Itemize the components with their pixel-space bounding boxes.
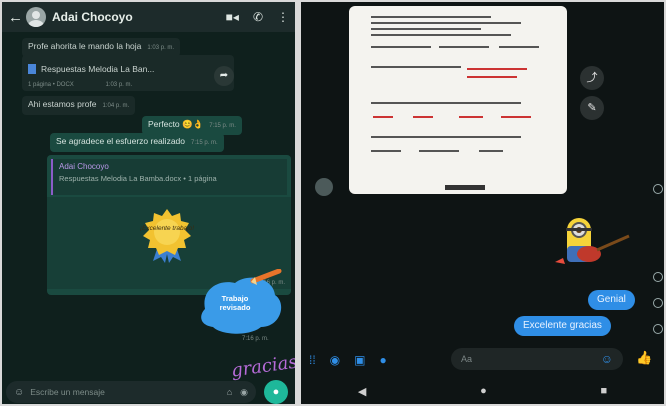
system-nav-bar: ◀ ● ■ xyxy=(301,378,664,404)
edit-icon[interactable]: ✎ xyxy=(580,96,604,120)
sender-avatar[interactable] xyxy=(315,178,333,196)
read-receipt-icon xyxy=(653,272,663,282)
minion-guitar-sticker[interactable] xyxy=(553,212,635,276)
read-receipt-icon xyxy=(653,184,663,194)
outgoing-message[interactable]: Se agradece el esfuerzo realizado 7:15 p.… xyxy=(50,133,224,152)
sticker-caption: Trabajo revisado xyxy=(219,294,251,312)
message-time: 7:15 p. m. xyxy=(191,140,218,146)
outgoing-message[interactable]: Excelente gracias xyxy=(514,316,611,336)
image-icon[interactable]: ▣ xyxy=(354,353,365,367)
message-input[interactable]: Escribe un mensaje xyxy=(30,387,218,397)
emoji-icon[interactable]: ☺ xyxy=(601,352,613,366)
message-list: Profe ahorita le mando la hoja 1:03 p. m.… xyxy=(2,32,295,382)
like-icon[interactable]: 👍 xyxy=(636,350,652,366)
outgoing-message[interactable]: Genial xyxy=(588,290,635,310)
mic-icon[interactable]: ● xyxy=(264,380,288,404)
whatsapp-chat-panel: ← Adai Chocoyo ■◂ ✆ ⋮ Profe ahorita le m… xyxy=(2,2,295,404)
camera-icon[interactable]: ◉ xyxy=(330,353,340,367)
chat-header: ← Adai Chocoyo ■◂ ✆ ⋮ xyxy=(2,2,295,32)
home-icon[interactable]: ● xyxy=(480,385,487,397)
quote-text: Respuestas Melodia La Bamba.docx • 1 pág… xyxy=(59,174,217,183)
contact-avatar[interactable] xyxy=(26,7,46,27)
incoming-message[interactable]: Ahi estamos profe 1:04 p. m. xyxy=(22,96,136,115)
award-badge-icon xyxy=(143,209,191,263)
message-text: Genial xyxy=(597,294,626,305)
more-vert-icon[interactable]: ⋮ xyxy=(277,10,289,24)
message-time: 1:04 p. m. xyxy=(102,103,130,109)
document-meta: 1 página • DOCX xyxy=(28,82,74,88)
messenger-chat-panel: ⤴ ✎ Genial Excelente gracias ⁞⁞ ◉ ▣ ● Aa… xyxy=(301,2,664,404)
message-text: Se agradece el esfuerzo realizado xyxy=(56,136,185,146)
message-text: Perfecto 😊👌 xyxy=(148,119,204,129)
back-icon[interactable]: ◀ xyxy=(358,385,366,398)
sticker-caption: ¡Excelente trabajo! xyxy=(139,225,195,232)
document-file-name: Respuestas Melodia La Ban... xyxy=(41,63,155,74)
photo-dock-bar xyxy=(445,185,485,190)
arrow-left-icon[interactable]: ← xyxy=(8,9,24,26)
apps-icon[interactable]: ⁞⁞ xyxy=(309,353,316,367)
message-input[interactable]: Aa ☺ xyxy=(451,348,623,370)
read-receipt-icon xyxy=(653,324,663,334)
video-call-icon[interactable]: ■◂ xyxy=(226,10,239,24)
message-input-placeholder: Aa xyxy=(461,354,473,364)
emoji-icon[interactable]: ☺ xyxy=(14,387,24,398)
homework-photo[interactable] xyxy=(349,6,567,194)
message-time: 1:03 p. m. xyxy=(147,45,175,51)
message-time: 7:15 p. m. xyxy=(209,123,236,129)
message-input-bar[interactable]: ☺ Escribe un mensaje ⌂ ◉ xyxy=(6,381,256,403)
phone-icon[interactable]: ✆ xyxy=(253,10,263,24)
read-receipt-icon xyxy=(653,298,663,308)
document-icon xyxy=(28,63,36,74)
forward-icon[interactable]: ➦ xyxy=(214,66,234,86)
quote-author: Adai Chocoyo xyxy=(59,162,109,171)
document-message[interactable]: Respuestas Melodia La Ban... 1 página • … xyxy=(22,55,234,91)
message-time: 7:16 p. m. xyxy=(242,336,269,342)
thanks-sticker[interactable]: gracias xyxy=(230,351,295,381)
share-icon[interactable]: ⤴ xyxy=(580,66,604,90)
message-text: Excelente gracias xyxy=(523,320,602,331)
recents-icon[interactable]: ■ xyxy=(600,385,607,397)
message-time: 1:03 p. m. xyxy=(105,82,133,88)
contact-name[interactable]: Adai Chocoyo xyxy=(52,10,212,24)
message-text: Ahi estamos profe xyxy=(28,99,97,109)
mic-icon[interactable]: ● xyxy=(380,353,387,367)
camera-icon[interactable]: ◉ xyxy=(240,387,248,398)
message-text: Profe ahorita le mando la hoja xyxy=(28,41,142,51)
attach-icon[interactable]: ⌂ xyxy=(227,387,232,397)
quoted-message[interactable]: Adai Chocoyo Respuestas Melodia La Bamba… xyxy=(51,159,287,195)
